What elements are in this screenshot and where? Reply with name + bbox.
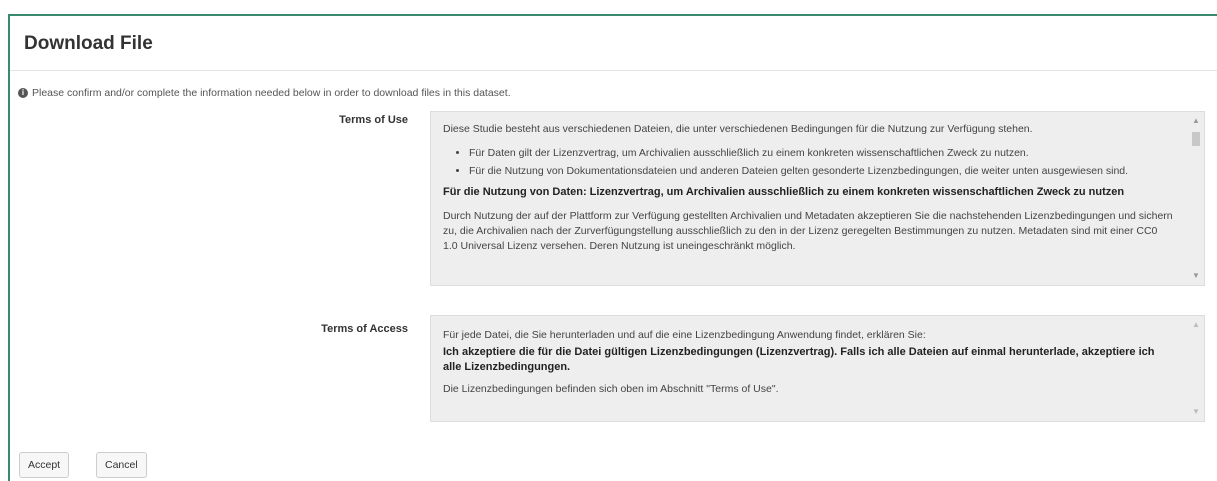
- chevron-up-icon[interactable]: ▲: [1192, 320, 1200, 330]
- terms-of-access-label: Terms of Access: [321, 323, 408, 335]
- download-file-dialog: Download File i Please confirm and/or co…: [8, 14, 1217, 481]
- terms-of-access-note: Die Lizenzbedingungen befinden sich oben…: [443, 383, 779, 395]
- terms-of-use-label: Terms of Use: [339, 114, 408, 126]
- cancel-button[interactable]: Cancel: [96, 452, 147, 478]
- terms-of-access-box[interactable]: Für jede Datei, die Sie herunterladen un…: [430, 315, 1205, 422]
- info-circle-icon: i: [18, 88, 28, 98]
- terms-of-use-intro: Diese Studie besteht aus verschiedenen D…: [443, 123, 1033, 135]
- terms-of-use-paragraph: Durch Nutzung der auf der Plattform zur …: [443, 210, 1173, 252]
- list-item: Für Daten gilt der Lizenzvertrag, um Arc…: [469, 146, 1174, 161]
- info-message: i Please confirm and/or complete the inf…: [18, 87, 511, 99]
- dialog-title: Download File: [24, 33, 153, 54]
- terms-of-use-list: Für Daten gilt der Lizenzvertrag, um Arc…: [443, 146, 1174, 179]
- accept-button[interactable]: Accept: [19, 452, 70, 478]
- terms-of-access-bold: Ich akzeptiere die für die Datei gültige…: [443, 346, 1155, 373]
- terms-of-use-scrollbar[interactable]: ▲ ▼: [1188, 112, 1204, 285]
- info-text: Please confirm and/or complete the infor…: [32, 87, 511, 99]
- chevron-down-icon[interactable]: ▼: [1192, 407, 1200, 417]
- chevron-up-icon[interactable]: ▲: [1192, 116, 1200, 126]
- dialog-header: Download File: [10, 16, 1217, 71]
- chevron-down-icon[interactable]: ▼: [1192, 271, 1200, 281]
- terms-of-access-content: Für jede Datei, die Sie herunterladen un…: [431, 316, 1204, 397]
- terms-of-access-intro: Für jede Datei, die Sie herunterladen un…: [443, 329, 926, 341]
- list-item: Für die Nutzung von Dokumentationsdateie…: [469, 164, 1174, 179]
- terms-of-use-box[interactable]: Diese Studie besteht aus verschiedenen D…: [430, 111, 1205, 286]
- scroll-thumb[interactable]: [1192, 132, 1200, 146]
- terms-of-use-content: Diese Studie besteht aus verschiedenen D…: [431, 112, 1204, 254]
- terms-of-access-scrollbar[interactable]: ▲ ▼: [1188, 316, 1204, 421]
- terms-of-use-heading: Für die Nutzung von Daten: Lizenzvertrag…: [443, 186, 1125, 198]
